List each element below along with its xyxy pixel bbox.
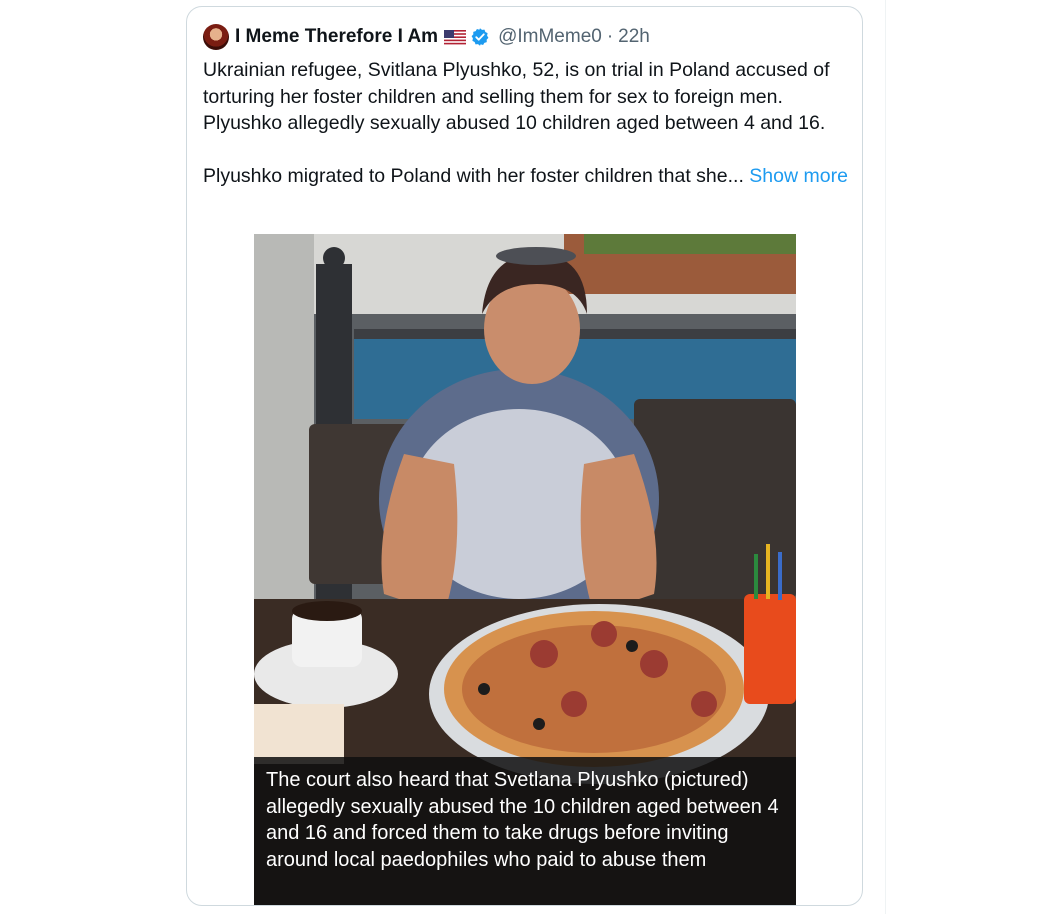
show-more-link[interactable]: Show more	[749, 165, 848, 187]
tweet-paragraph: Plyushko migrated to Poland with her fos…	[203, 163, 853, 190]
tweet-paragraph: Ukrainian refugee, Svitlana Plyushko, 52…	[203, 59, 830, 134]
us-flag-icon	[444, 29, 467, 45]
display-name[interactable]: I Meme Therefore I Am	[235, 26, 438, 48]
tweet-media-image[interactable]: The court also heard that Svetlana Plyus…	[254, 234, 796, 905]
avatar-icon[interactable]	[203, 24, 229, 50]
tweet-card[interactable]: I Meme Therefore I Am @ImMeme0 · 22h Ukr…	[186, 6, 863, 906]
tweet-header: I Meme Therefore I Am @ImMeme0 · 22h	[203, 23, 650, 51]
tweet-text: Ukrainian refugee, Svitlana Plyushko, 52…	[203, 57, 853, 190]
separator-dot: ·	[606, 26, 614, 47]
column-divider	[885, 0, 886, 914]
handle[interactable]: @ImMeme0	[498, 26, 602, 48]
timestamp[interactable]: 22h	[618, 26, 650, 48]
verified-badge-icon	[471, 28, 489, 46]
image-caption: The court also heard that Svetlana Plyus…	[254, 757, 796, 905]
tweet-paragraph-truncated: Plyushko migrated to Poland with her fos…	[203, 165, 744, 187]
